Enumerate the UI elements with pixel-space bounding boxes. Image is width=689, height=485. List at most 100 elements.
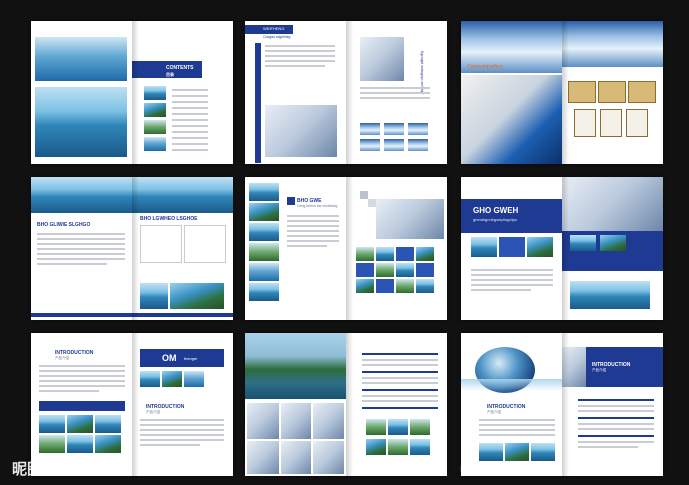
spread-4-right-page: BHO LGWHEO LSGHOE (132, 177, 233, 320)
thumb-6 (408, 139, 428, 151)
spread-7-left-page: INTRODUCTION 产品介绍 (31, 333, 132, 476)
mountain-lake-photo (570, 281, 650, 309)
lab-glove-photo (376, 199, 444, 239)
left-photo-3 (249, 223, 279, 241)
photo-2 (67, 415, 93, 433)
toc-line (172, 107, 208, 109)
body-text-line (287, 235, 339, 237)
body-text-line (265, 50, 335, 52)
body-text-line (471, 284, 553, 286)
left-photo-6 (249, 283, 279, 301)
body-text-line (37, 243, 125, 245)
thumb-5 (384, 139, 404, 151)
lab-photo-5 (281, 441, 311, 474)
toc-line (172, 101, 208, 103)
body-text-line (37, 248, 125, 250)
toc-line (172, 137, 208, 139)
body-text-line (471, 269, 553, 271)
toc-line (172, 119, 208, 121)
body-text-line (578, 417, 654, 419)
grid-block-5 (356, 263, 374, 277)
spread-1-left-page (31, 21, 132, 164)
left-title: BHO GLIWIE SLGHGO (37, 222, 91, 228)
body-text-line (37, 258, 125, 260)
brochure-spread-1: CONTENTS 目录 (31, 21, 233, 164)
photo-3 (184, 371, 204, 387)
section-title: GHO GWEH (473, 206, 519, 215)
grid-photo-4 (416, 247, 434, 261)
toc-line (172, 113, 208, 115)
body-text-line (362, 407, 438, 409)
caption: Comcumprefers (467, 64, 503, 70)
brochure-spread-5: BHO GWE Cebg hnbrw bw vhchekdg (245, 177, 447, 320)
body-text-line (37, 253, 125, 255)
info-table (140, 225, 182, 263)
body-text-line (37, 238, 125, 240)
body-text-line (578, 410, 654, 412)
body-text-line (362, 400, 438, 402)
body-text-line (362, 389, 438, 391)
body-text-line (578, 405, 654, 407)
left-photo-2 (249, 203, 279, 221)
body-text-line (39, 365, 125, 367)
certificate-1 (568, 81, 596, 103)
body-text-line (140, 444, 200, 446)
header-sub: Cokgao wignlihkg (263, 35, 291, 39)
photo-1 (366, 419, 386, 435)
body-text-line (471, 289, 531, 291)
title-mark (287, 197, 295, 205)
photo-2 (600, 235, 626, 251)
lab-photo-1 (247, 403, 279, 439)
body-text-line (578, 446, 638, 448)
body-text-line (360, 87, 430, 89)
lake-panorama-right (132, 177, 233, 213)
spread-8-right-page (346, 333, 447, 476)
spread-6-left-page: GHO GWEH gheoblgnnbgwepiwgrlipo (461, 177, 562, 320)
grid-photo-6 (376, 263, 394, 277)
contents-sub: 目录 (166, 72, 174, 77)
om-banner (140, 349, 224, 367)
intro2-cn: 产品介绍 (146, 410, 160, 414)
body-text-line (39, 380, 125, 382)
body-text-line (265, 60, 335, 62)
photo-6 (410, 439, 430, 455)
body-text-line (362, 395, 438, 397)
photo-2 (388, 419, 408, 435)
brochure-spread-7: INTRODUCTION 产品介绍 OM thenger INTRODUCTIO… (31, 333, 233, 476)
body-text-line (578, 435, 654, 437)
toc-thumb-1 (144, 86, 166, 100)
brochure-spread-6: GHO GWEH gheoblgnnbgwepiwgrlipo (461, 177, 663, 320)
title-banner (461, 199, 562, 233)
spread-7-right-page: OM thenger INTRODUCTION 产品介绍 (132, 333, 233, 476)
photo-4 (366, 439, 386, 455)
photo-4 (39, 435, 65, 453)
header-title: WEIFHENG (263, 26, 285, 31)
spread-9-left-page: INTRODUCTION 产品介绍 (461, 333, 562, 476)
spread-6-right-page (562, 177, 663, 320)
toc-line (172, 143, 208, 145)
photo-1 (570, 235, 596, 251)
grey-square-2 (368, 199, 376, 207)
body-text-line (479, 419, 555, 421)
body-text-line (287, 225, 339, 227)
coast-photo (170, 283, 224, 309)
grey-square-1 (360, 191, 368, 199)
body-text-line (37, 263, 107, 265)
right-title: BHO LGWHEO LSGHOE (140, 216, 198, 222)
footer-bar (132, 313, 233, 317)
body-text-line (140, 419, 224, 421)
photo-3 (410, 419, 430, 435)
side-stripe (255, 43, 261, 163)
body-text-line (471, 279, 553, 281)
grid-block-8 (416, 263, 434, 277)
intro-banner-cn: 产品介绍 (592, 368, 606, 372)
lab-scientists-photo (265, 105, 337, 157)
photo-1 (39, 415, 65, 433)
thumb-1 (360, 123, 380, 135)
lab-photo-4 (247, 441, 279, 474)
thumb-3 (408, 123, 428, 135)
grid-photo-2 (376, 247, 394, 261)
left-photo-5 (249, 263, 279, 281)
photo-1 (471, 237, 497, 257)
brochure-spread-2: WEIFHENG Cokgao wignlihkg Kgcsigkt nodog… (245, 21, 447, 164)
